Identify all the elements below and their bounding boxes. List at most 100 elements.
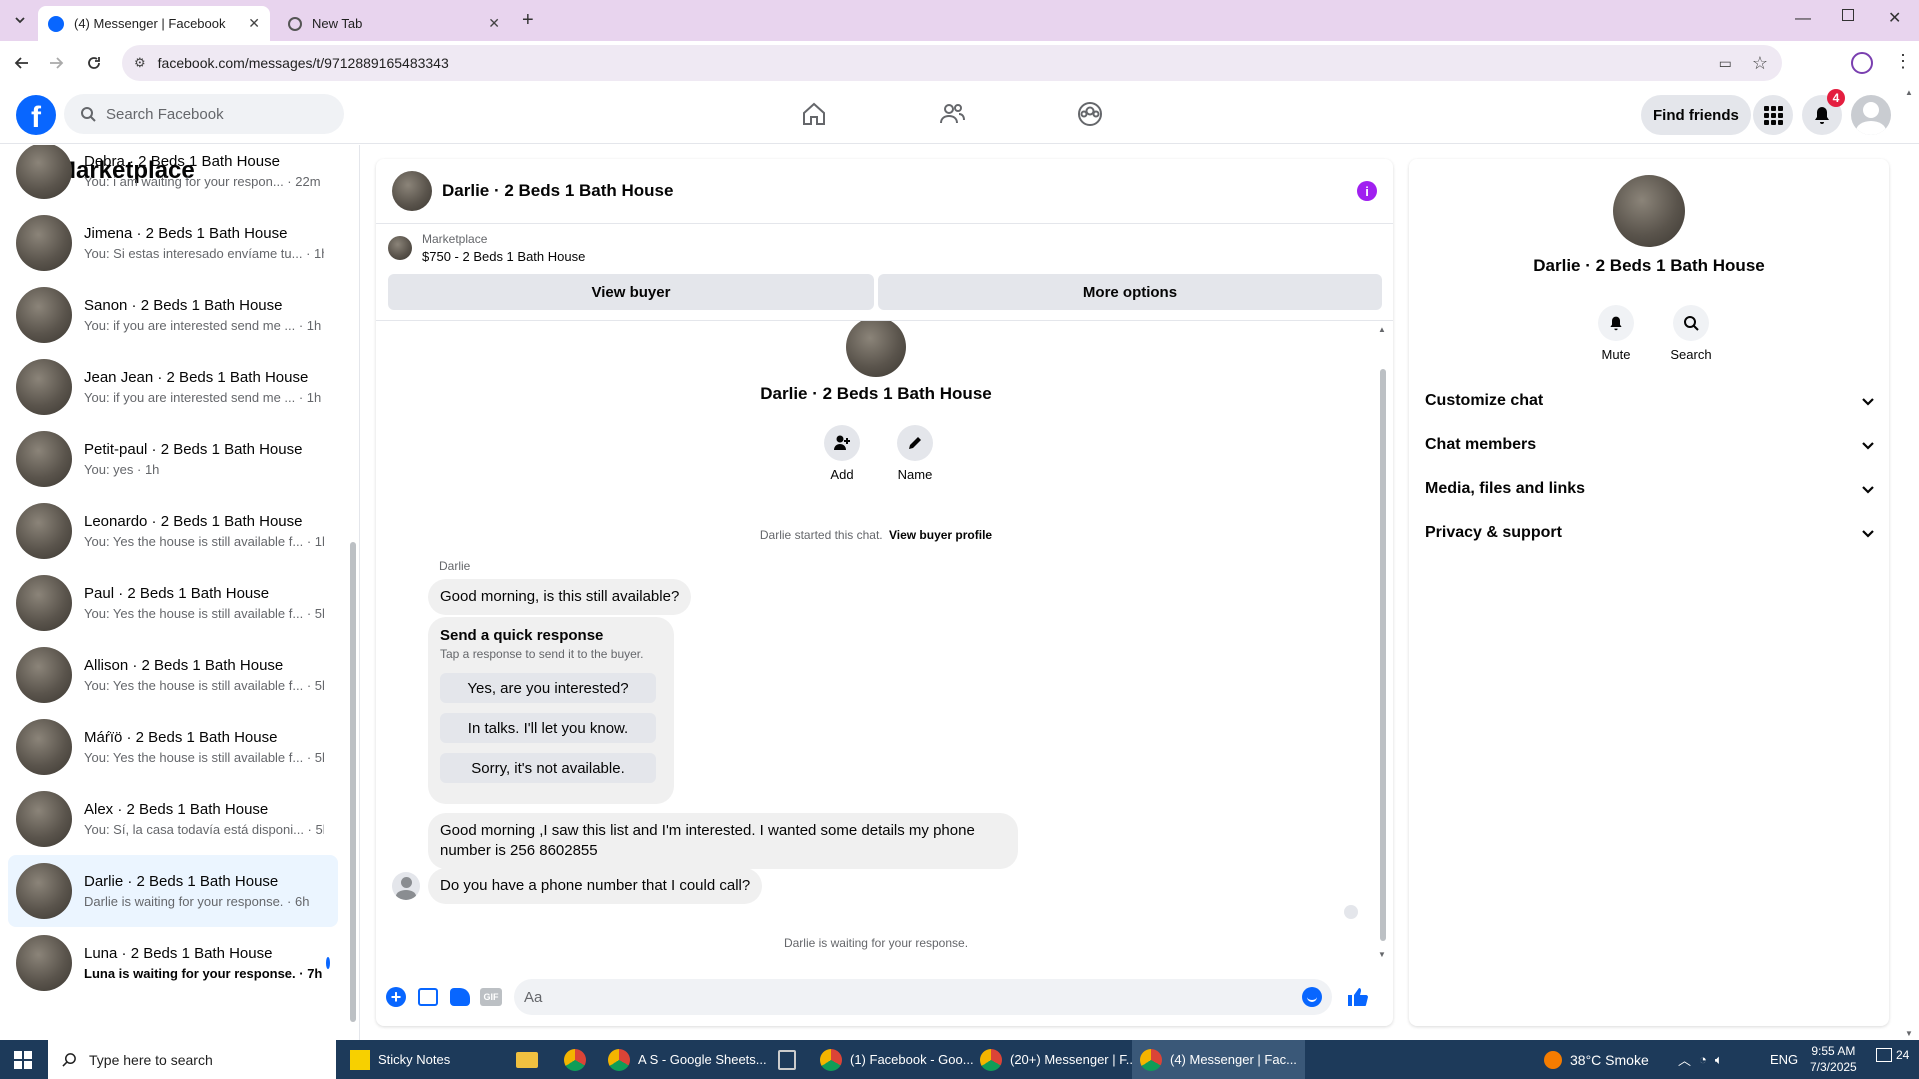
sender-avatar[interactable] xyxy=(392,872,420,900)
restore-button[interactable] xyxy=(1842,9,1854,21)
forward-icon[interactable] xyxy=(42,49,70,77)
conversation-item[interactable]: Debra · 2 Beds 1 Bath House You: i am wai… xyxy=(8,145,338,207)
mute-button[interactable]: Mute xyxy=(1591,305,1641,362)
more-options-button[interactable]: More options xyxy=(878,274,1382,310)
intro-avatar[interactable] xyxy=(846,321,906,377)
back-icon[interactable] xyxy=(8,49,36,77)
conversation-item[interactable]: Luna · 2 Beds 1 Bath House Luna is waitin… xyxy=(8,927,338,999)
message-input[interactable]: Aa xyxy=(514,979,1332,1015)
media-files-links-section[interactable]: Media, files and links xyxy=(1425,469,1875,509)
taskbar-sticky-notes[interactable]: Sticky Notes xyxy=(342,1040,458,1079)
conversation-item[interactable]: Jean Jean · 2 Beds 1 Bath House You: if y… xyxy=(8,351,338,423)
close-tab-icon[interactable]: ✕ xyxy=(248,15,260,32)
conversation-item[interactable]: Leonardo · 2 Beds 1 Bath House You: Yes t… xyxy=(8,495,338,567)
close-tab-icon[interactable]: ✕ xyxy=(488,15,500,32)
facebook-logo[interactable]: f xyxy=(16,95,56,135)
chevron-down-icon xyxy=(1861,482,1875,496)
close-window-button[interactable]: ✕ xyxy=(1888,8,1901,28)
sticky-notes-icon xyxy=(350,1049,370,1070)
facebook-search-input[interactable]: Search Facebook xyxy=(64,94,344,134)
scrollbar[interactable] xyxy=(348,185,358,1035)
quick-response-button[interactable]: Sorry, it's not available. xyxy=(440,753,656,783)
groups-icon[interactable] xyxy=(1076,100,1104,128)
conversation-item[interactable]: Allison · 2 Beds 1 Bath House You: Yes th… xyxy=(8,639,338,711)
taskbar-file-explorer[interactable] xyxy=(508,1040,546,1079)
plus-icon[interactable]: + xyxy=(386,987,406,1007)
quick-response-button[interactable]: Yes, are you interested? xyxy=(440,673,656,703)
facebook-favicon-icon xyxy=(48,15,64,32)
message-bubble[interactable]: Good morning, is this still available? xyxy=(428,579,692,615)
taskbar-app-label: A S - Google Sheets... xyxy=(638,1052,767,1067)
page-scrollbar[interactable]: ▲ ▼ xyxy=(1905,88,1917,1038)
chat-scrollbar[interactable]: ▲ ▼ xyxy=(1378,325,1388,959)
reload-icon[interactable] xyxy=(80,49,108,77)
site-info-icon[interactable]: ⚙ xyxy=(134,55,146,71)
name-chat-button[interactable]: Name xyxy=(890,425,940,482)
gif-icon[interactable]: GIF xyxy=(480,988,502,1006)
conversation-preview: You: Yes the house is still available f.… xyxy=(84,750,324,765)
search-in-chat-button[interactable]: Search xyxy=(1661,305,1721,362)
view-buyer-profile-link[interactable]: View buyer profile xyxy=(889,528,992,542)
conversation-item[interactable]: Darlie · 2 Beds 1 Bath House Darlie is wa… xyxy=(8,855,338,927)
add-member-button[interactable]: Add xyxy=(822,425,862,482)
conversation-item[interactable]: Máŕïö · 2 Beds 1 Bath House You: Yes the … xyxy=(8,711,338,783)
view-buyer-button[interactable]: View buyer xyxy=(388,274,874,310)
taskbar-chrome[interactable] xyxy=(556,1040,594,1079)
weather-widget[interactable]: 38°C Smoke xyxy=(1536,1040,1657,1079)
conversation-item[interactable]: Jimena · 2 Beds 1 Bath House You: Si esta… xyxy=(8,207,338,279)
taskbar-messenger-active-window[interactable]: (4) Messenger | Fac... xyxy=(1132,1040,1305,1079)
add-person-icon xyxy=(824,425,860,461)
tab-search-icon[interactable] xyxy=(6,6,34,34)
details-avatar[interactable] xyxy=(1613,175,1685,247)
clock[interactable]: 9:55 AM 7/3/2025 xyxy=(1810,1043,1857,1075)
listing-thumbnail[interactable] xyxy=(388,236,412,260)
home-icon[interactable] xyxy=(800,100,828,128)
bookmark-star-icon[interactable]: ☆ xyxy=(1752,53,1768,74)
minimize-button[interactable]: — xyxy=(1795,10,1811,28)
thumbs-up-like-icon[interactable] xyxy=(1346,986,1368,1008)
taskbar-facebook-window[interactable]: (1) Facebook - Goo... xyxy=(812,1040,982,1079)
tab-new-tab[interactable]: New Tab ✕ xyxy=(278,6,510,41)
search-icon xyxy=(1673,305,1709,341)
info-icon[interactable]: i xyxy=(1357,181,1377,201)
new-tab-button[interactable]: + xyxy=(522,9,534,32)
language-indicator[interactable]: ENG xyxy=(1762,1040,1806,1079)
taskbar-calculator[interactable] xyxy=(770,1040,804,1079)
taskbar-messenger-window[interactable]: (20+) Messenger | F... xyxy=(972,1040,1145,1079)
listing-title[interactable]: $750 - 2 Beds 1 Bath House xyxy=(422,249,585,264)
conversation-name: Luna · 2 Beds 1 Bath House xyxy=(84,945,273,962)
friends-icon[interactable] xyxy=(938,100,966,128)
conversation-preview: You: i am waiting for your respon... · 2… xyxy=(84,174,321,189)
address-bar[interactable]: ⚙ facebook.com/messages/t/97128891654833… xyxy=(122,45,1782,81)
chat-title[interactable]: Darlie · 2 Beds 1 Bath House xyxy=(442,181,673,201)
search-placeholder: Search Facebook xyxy=(106,105,224,123)
find-friends-button[interactable]: Find friends xyxy=(1641,95,1751,135)
customize-chat-section[interactable]: Customize chat xyxy=(1425,381,1875,421)
taskbar-search-input[interactable]: Type here to search xyxy=(48,1040,336,1079)
tab-messenger[interactable]: (4) Messenger | Facebook ✕ xyxy=(38,6,270,41)
conversation-item[interactable]: Alex · 2 Beds 1 Bath House You: Sí, la ca… xyxy=(8,783,338,855)
privacy-support-section[interactable]: Privacy & support xyxy=(1425,513,1875,553)
menu-grid-icon[interactable] xyxy=(1753,95,1793,135)
emoji-icon[interactable] xyxy=(1302,987,1322,1007)
windows-start-icon[interactable] xyxy=(6,1040,40,1079)
install-app-icon[interactable]: ▭ xyxy=(1719,55,1732,72)
message-bubble[interactable]: Good morning ,I saw this list and I'm in… xyxy=(428,813,1018,869)
conversation-item[interactable]: Sanon · 2 Beds 1 Bath House You: if you a… xyxy=(8,279,338,351)
taskbar-google-sheets[interactable]: A S - Google Sheets... xyxy=(600,1040,775,1079)
notification-center-icon[interactable]: 24 xyxy=(1876,1048,1909,1062)
sticker-icon[interactable] xyxy=(450,988,470,1006)
chat-avatar[interactable] xyxy=(392,171,432,211)
conversation-avatar xyxy=(16,647,72,703)
profile-icon[interactable] xyxy=(1851,52,1873,74)
browser-menu-icon[interactable]: ⋮ xyxy=(1894,51,1912,72)
account-avatar[interactable] xyxy=(1851,95,1891,135)
message-bubble[interactable]: Do you have a phone number that I could … xyxy=(428,868,763,904)
photo-icon[interactable] xyxy=(418,988,438,1006)
quick-response-button[interactable]: In talks. I'll let you know. xyxy=(440,713,656,743)
chat-members-section[interactable]: Chat members xyxy=(1425,425,1875,465)
conversation-item[interactable]: Paul · 2 Beds 1 Bath House You: Yes the h… xyxy=(8,567,338,639)
search-icon xyxy=(62,1053,76,1067)
system-tray[interactable]: ︿ ◔ 🔈︎ xyxy=(1670,1040,1731,1079)
conversation-item[interactable]: Petit-paul · 2 Beds 1 Bath House You: yes… xyxy=(8,423,338,495)
